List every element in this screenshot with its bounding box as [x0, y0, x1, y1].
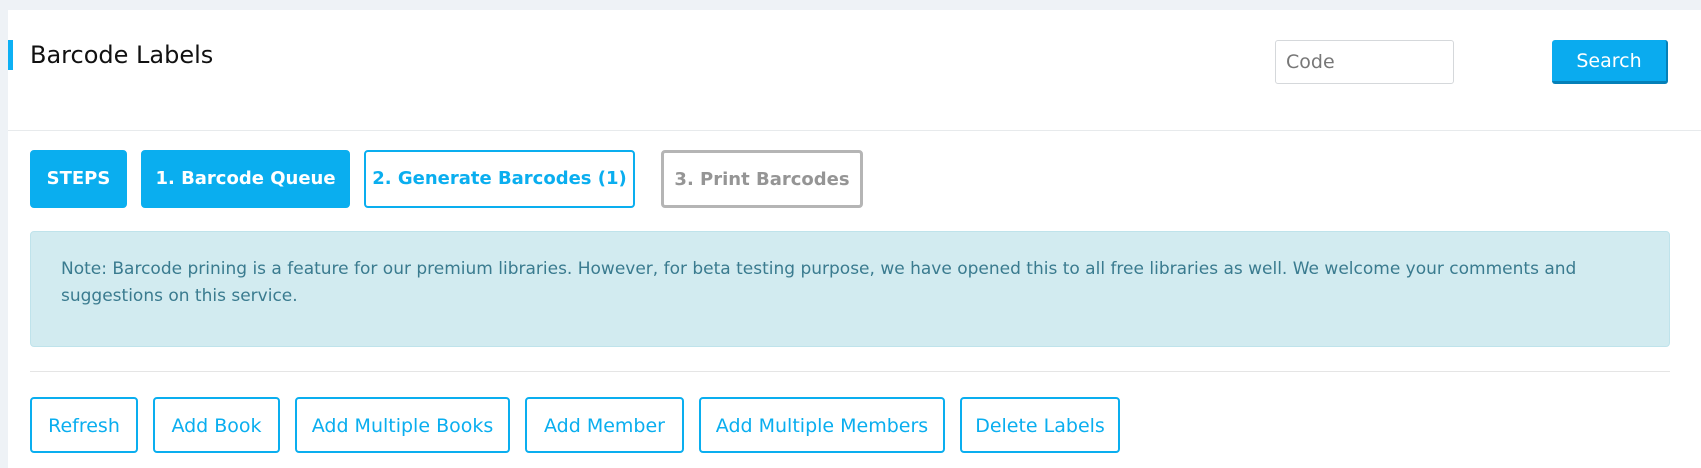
- steps-label: STEPS: [30, 150, 127, 208]
- beta-notice-text: Note: Barcode prining is a feature for o…: [61, 259, 1577, 306]
- beta-notice-alert: Note: Barcode prining is a feature for o…: [30, 231, 1670, 347]
- step-print-barcodes: 3. Print Barcodes: [661, 150, 863, 208]
- add-book-button[interactable]: Add Book: [153, 397, 280, 453]
- panel-header: Barcode Labels Search: [8, 10, 1701, 131]
- page-title: Barcode Labels: [30, 41, 214, 69]
- refresh-button[interactable]: Refresh: [30, 397, 138, 453]
- barcode-labels-panel: Barcode Labels Search STEPS 1. Barcode Q…: [8, 10, 1701, 468]
- step-barcode-queue[interactable]: 1. Barcode Queue: [141, 150, 350, 208]
- add-multiple-books-button[interactable]: Add Multiple Books: [295, 397, 510, 453]
- add-multiple-members-button[interactable]: Add Multiple Members: [699, 397, 945, 453]
- section-divider: [30, 371, 1670, 372]
- code-search-input[interactable]: [1275, 40, 1454, 84]
- add-member-button[interactable]: Add Member: [525, 397, 684, 453]
- search-button[interactable]: Search: [1552, 40, 1668, 84]
- delete-labels-button[interactable]: Delete Labels: [960, 397, 1120, 453]
- title-accent-bar: [8, 40, 13, 70]
- step-generate-barcodes[interactable]: 2. Generate Barcodes (1): [364, 150, 635, 208]
